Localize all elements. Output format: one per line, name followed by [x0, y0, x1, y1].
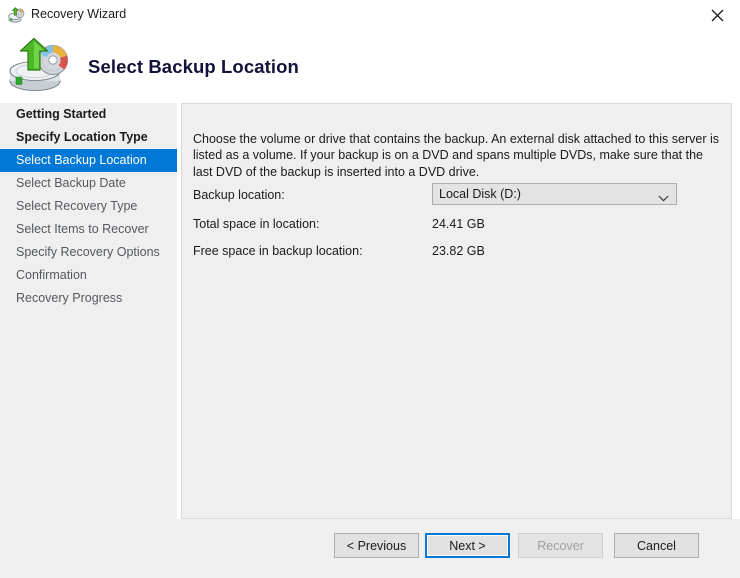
- free-space-label: Free space in backup location:: [193, 244, 363, 258]
- sidebar-item-select-recovery-type[interactable]: Select Recovery Type: [0, 195, 177, 218]
- instructions-text: Choose the volume or drive that contains…: [193, 131, 720, 181]
- recovery-disk-large-icon: [8, 37, 76, 95]
- wizard-steps-sidebar: Getting Started Specify Location Type Se…: [0, 103, 177, 578]
- previous-button[interactable]: < Previous: [334, 533, 419, 558]
- sidebar-item-getting-started[interactable]: Getting Started: [0, 103, 177, 126]
- backup-location-row: Backup location: Local Disk (D:): [193, 186, 723, 206]
- recover-button: Recover: [518, 533, 603, 558]
- total-space-value: 24.41 GB: [432, 217, 485, 231]
- sidebar-item-confirmation[interactable]: Confirmation: [0, 264, 177, 287]
- title-bar: Recovery Wizard: [0, 0, 740, 31]
- backup-location-value: Local Disk (D:): [439, 187, 521, 201]
- recovery-disk-icon: [8, 7, 25, 24]
- page-title: Select Backup Location: [88, 56, 299, 78]
- wizard-header: Select Backup Location: [0, 31, 740, 103]
- content-panel: Choose the volume or drive that contains…: [181, 103, 732, 519]
- free-space-value: 23.82 GB: [432, 244, 485, 258]
- cancel-button[interactable]: Cancel: [614, 533, 699, 558]
- backup-location-select[interactable]: Local Disk (D:): [432, 183, 677, 205]
- sidebar-item-specify-location-type[interactable]: Specify Location Type: [0, 126, 177, 149]
- close-icon[interactable]: [695, 0, 740, 31]
- wizard-footer: < Previous Next > Recover Cancel: [0, 519, 740, 578]
- sidebar-item-select-items-to-recover[interactable]: Select Items to Recover: [0, 218, 177, 241]
- sidebar-item-recovery-progress[interactable]: Recovery Progress: [0, 287, 177, 310]
- free-space-row: Free space in backup location: 23.82 GB: [193, 242, 723, 262]
- total-space-row: Total space in location: 24.41 GB: [193, 215, 723, 235]
- chevron-down-icon: [658, 191, 669, 198]
- backup-location-label: Backup location:: [193, 188, 285, 202]
- sidebar-item-select-backup-location[interactable]: Select Backup Location: [0, 149, 177, 172]
- next-button[interactable]: Next >: [425, 533, 510, 558]
- window-title: Recovery Wizard: [31, 7, 126, 21]
- sidebar-item-select-backup-date[interactable]: Select Backup Date: [0, 172, 177, 195]
- total-space-label: Total space in location:: [193, 217, 319, 231]
- sidebar-item-specify-recovery-options[interactable]: Specify Recovery Options: [0, 241, 177, 264]
